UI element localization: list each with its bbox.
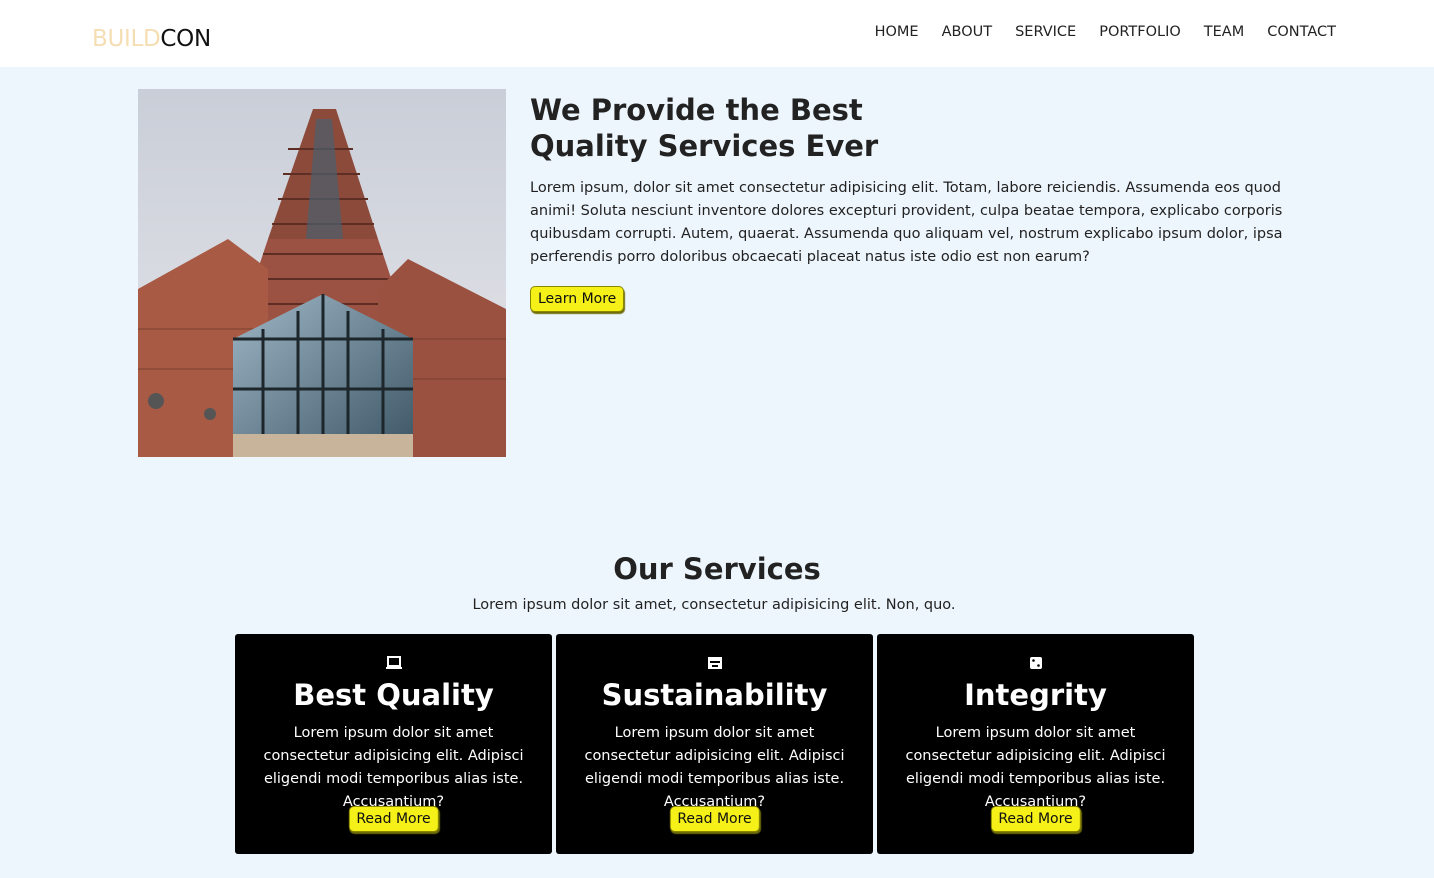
nav-contact[interactable]: CONTACT (1267, 22, 1336, 42)
card-title: Integrity (964, 678, 1107, 712)
read-more-button[interactable]: Read More (669, 806, 760, 832)
card-description: Lorem ipsum dolor sit amet consectetur a… (584, 725, 845, 810)
nav-about[interactable]: ABOUT (942, 22, 993, 42)
card-title: Sustainability (601, 678, 828, 712)
card-description: Lorem ipsum dolor sit amet consectetur a… (905, 725, 1166, 810)
learn-more-button[interactable]: Learn More (530, 286, 625, 312)
read-more-button[interactable]: Read More (990, 806, 1081, 832)
hero-section: We Provide the Best Quality Services Eve… (530, 92, 1290, 312)
service-card-sustainability: Sustainability Lorem ipsum dolor sit ame… (556, 634, 873, 854)
laptop-icon (385, 656, 402, 669)
hero-title: We Provide the Best Quality Services Eve… (530, 93, 879, 163)
card-description: Lorem ipsum dolor sit amet consectetur a… (263, 725, 524, 810)
hero-description: Lorem ipsum, dolor sit amet consectetur … (530, 180, 1283, 265)
tray-icon (707, 657, 722, 669)
services-subtitle: Lorem ipsum dolor sit amet, consectetur … (472, 597, 956, 613)
service-card-integrity: Integrity Lorem ipsum dolor sit amet con… (877, 634, 1194, 854)
read-more-button[interactable]: Read More (348, 806, 439, 832)
hero-building-image (138, 89, 506, 457)
nav-service[interactable]: SERVICE (1015, 22, 1076, 42)
dice-icon (1029, 657, 1042, 669)
card-title: Best Quality (293, 678, 494, 712)
nav-portfolio[interactable]: PORTFOLIO (1099, 22, 1181, 42)
services-cards: Best Quality Lorem ipsum dolor sit amet … (235, 634, 1194, 854)
main-nav: HOME ABOUT SERVICE PORTFOLIO TEAM CONTAC… (852, 22, 1336, 42)
brand-logo[interactable]: BUILDCON (92, 26, 211, 52)
service-card-best-quality: Best Quality Lorem ipsum dolor sit amet … (235, 634, 552, 854)
navbar: BUILDCON HOME ABOUT SERVICE PORTFOLIO TE… (0, 0, 1434, 67)
nav-home[interactable]: HOME (875, 22, 919, 42)
nav-team[interactable]: TEAM (1204, 22, 1244, 42)
brand-logo-part2: CON (160, 26, 211, 52)
services-title: Our Services (613, 552, 821, 586)
building-illustration (138, 89, 506, 457)
brand-logo-part1: BUILD (92, 26, 161, 52)
